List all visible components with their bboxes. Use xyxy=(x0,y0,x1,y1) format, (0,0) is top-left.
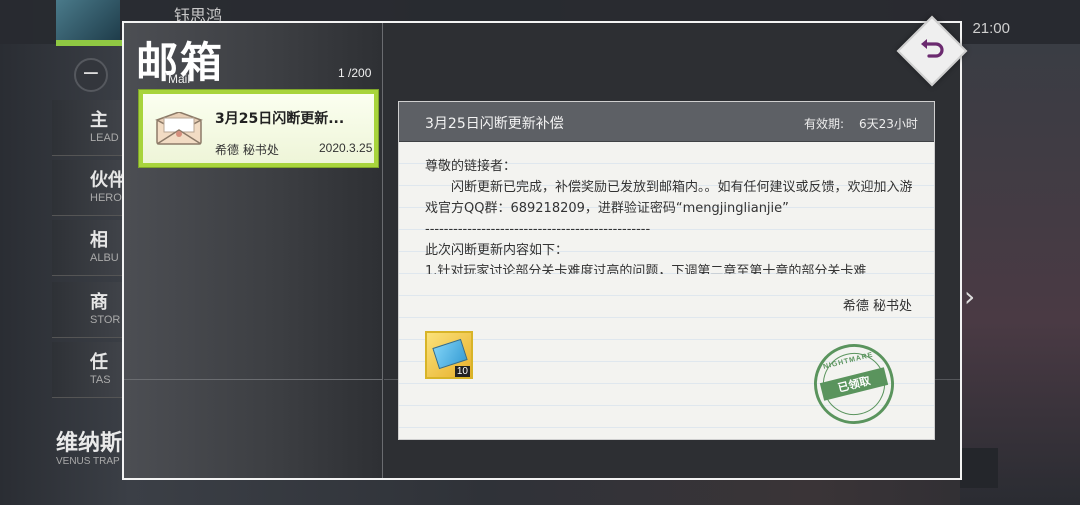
mail-window: 邮箱 Mail 1 /200 3月25日闪断更新... 希德 秘书处 2020.… xyxy=(122,21,962,480)
mail-body[interactable]: 尊敬的链接者： 闪断更新已完成，补偿奖励已发放到邮箱内。。如有任何建议或反馈，欢… xyxy=(425,156,919,274)
menu-item-label: 伙伴 xyxy=(90,170,126,191)
mail-list-line: 1.针对玩家讨论部分关卡难度过高的问题，下调第二章至第十章的部分关卡难 xyxy=(425,264,867,274)
mail-detail-title: 3月25日闪断更新补偿 xyxy=(425,116,564,132)
menu-item-sublabel: STOR xyxy=(90,314,121,326)
mail-signature: 希德 秘书处 xyxy=(842,299,912,314)
mail-item-subject: 3月25日闪断更新... xyxy=(215,111,345,127)
menu-item-task: 任 TAS xyxy=(52,342,126,398)
mail-detail-header: 3月25日闪断更新补偿 有效期: 6天23小时 xyxy=(399,102,934,142)
clock: 21:00 xyxy=(972,20,1010,37)
player-exp-bar xyxy=(56,40,122,46)
background-right-bar xyxy=(960,448,998,488)
mail-greeting: 尊敬的链接者： xyxy=(425,159,517,174)
divider xyxy=(124,379,383,380)
menu-item-hero: 伙伴 HERO xyxy=(52,160,126,216)
return-arrow-icon xyxy=(921,39,944,58)
mail-list-item[interactable]: 3月25日闪断更新... 希德 秘书处 2020.3.25 xyxy=(139,90,378,167)
envelope-open-icon xyxy=(155,112,203,145)
mail-list-panel: 邮箱 Mail 1 /200 3月25日闪断更新... 希德 秘书处 2020.… xyxy=(124,23,383,478)
menu-item-sublabel: LEAD xyxy=(90,132,119,144)
mail-separator: ----------------------------------------… xyxy=(425,222,651,237)
collapse-button: − xyxy=(74,58,108,92)
menu-item-sublabel: ALBU xyxy=(90,252,119,264)
menu-item-store: 商 STOR xyxy=(52,282,126,338)
menu-item-label: 商 xyxy=(90,292,108,313)
validity-value: 6天23小时 xyxy=(859,117,918,131)
ticket-icon xyxy=(432,338,468,370)
menu-item-sublabel: TAS xyxy=(90,374,111,386)
menu-item-album: 相 ALBU xyxy=(52,220,126,276)
menu-item-label: 相 xyxy=(90,230,108,251)
reward-quantity: 10 xyxy=(454,366,470,377)
menu-item-lead: 主 LEAD xyxy=(52,100,126,156)
back-button[interactable] xyxy=(896,15,968,87)
menu-item-label: 主 xyxy=(90,110,108,131)
chevron-right-icon: › xyxy=(964,280,976,313)
mail-detail: 3月25日闪断更新补偿 有效期: 6天23小时 尊敬的链接者： 闪断更新已完成，… xyxy=(398,101,935,440)
player-avatar xyxy=(56,0,120,44)
mail-item-date: 2020.3.25 xyxy=(319,141,373,155)
screen: 钰思鸿 21:00 − 主 LEAD 伙伴 HERO 相 ALBU 商 STOR… xyxy=(0,0,1080,505)
validity-label: 有效期: xyxy=(804,117,845,131)
menu-item-sublabel: HERO xyxy=(90,192,122,204)
mail-section-heading: 此次闪断更新内容如下： xyxy=(425,243,569,258)
reward-item[interactable]: 10 xyxy=(425,331,473,379)
menu-item-label: 任 xyxy=(90,352,108,373)
mail-item-sender: 希德 秘书处 xyxy=(215,143,279,157)
background-right-panel xyxy=(960,44,1080,505)
mail-count: 1 /200 xyxy=(338,66,372,80)
mail-subtitle: Mail xyxy=(168,72,191,86)
mail-body-text: 闪断更新已完成，补偿奖励已发放到邮箱内。。如有任何建议或反馈，欢迎加入游戏官方Q… xyxy=(425,180,913,216)
